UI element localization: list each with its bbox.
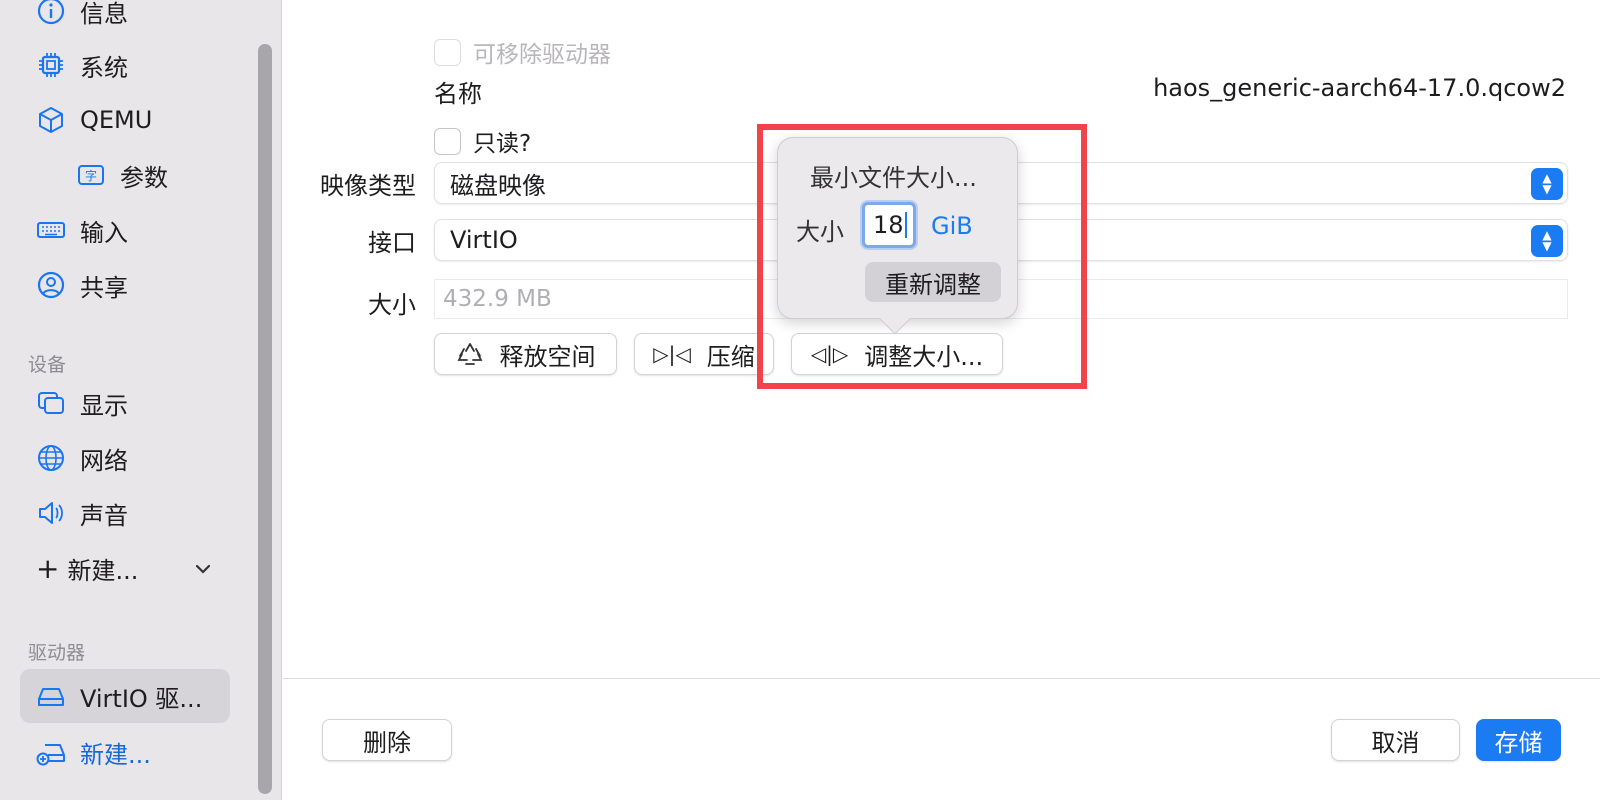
- new-size-value: 18: [873, 211, 904, 239]
- reclaim-space-button[interactable]: 释放空间: [434, 333, 617, 375]
- size-unit-label: GiB: [931, 212, 973, 240]
- image-type-value: 磁盘映像: [450, 171, 546, 200]
- resize-button[interactable]: ◁|▷ 调整大小...: [791, 333, 1003, 375]
- keyboard-icon: [36, 215, 66, 245]
- globe-icon: [36, 443, 66, 473]
- cube-icon: [36, 105, 66, 135]
- sidebar-item-qemu[interactable]: QEMU: [20, 93, 230, 147]
- sidebar-scrollbar[interactable]: [258, 44, 272, 794]
- sidebar-item-sound[interactable]: 声音: [20, 486, 230, 540]
- new-size-input[interactable]: 18: [862, 202, 916, 248]
- cpu-icon: [36, 50, 66, 80]
- sidebar-item-arguments[interactable]: 字 参数: [60, 148, 230, 202]
- sidebar-item-network[interactable]: 网络: [20, 431, 230, 485]
- sidebar-item-virtio-drive[interactable]: VirtIO 驱...: [20, 669, 230, 723]
- person-circle-icon: [36, 270, 66, 300]
- select-stepper-icon: ▲ ▼: [1531, 225, 1563, 257]
- svg-text:字: 字: [85, 168, 97, 183]
- cancel-button[interactable]: 取消: [1331, 719, 1460, 761]
- size-label: 大小: [368, 291, 416, 319]
- resize-popover: 最小文件大小... 大小 18 GiB 重新调整: [777, 137, 1018, 335]
- new-device-label: 新建...: [67, 556, 139, 585]
- apply-resize-button[interactable]: 重新调整: [865, 262, 1001, 302]
- cancel-label: 取消: [1371, 728, 1420, 757]
- sidebar: 信息 系统 QEMU 字 参数 输入 共享 设备 显示 网络 声音 + 新建..…: [0, 0, 282, 800]
- section-header-drives: 驱动器: [28, 642, 86, 664]
- readonly-label: 只读?: [473, 131, 532, 157]
- popover-title: 最小文件大小...: [810, 164, 977, 192]
- sidebar-item-label: 网络: [80, 446, 128, 475]
- sidebar-item-label: 共享: [80, 273, 128, 302]
- removable-drive-checkbox-row: 可移除驱动器: [434, 35, 611, 69]
- select-stepper-icon: ▲ ▼: [1531, 168, 1563, 200]
- name-label: 名称: [434, 80, 482, 108]
- footer-divider: [283, 678, 1600, 679]
- sidebar-item-label: QEMU: [80, 106, 153, 134]
- sidebar-item-display[interactable]: 显示: [20, 376, 230, 430]
- compress-icon: ▷|◁: [653, 342, 691, 366]
- info-icon: [36, 0, 66, 26]
- sidebar-item-input[interactable]: 输入: [20, 203, 230, 257]
- delete-label: 删除: [363, 728, 411, 757]
- expand-icon: ◁|▷: [810, 342, 849, 366]
- removable-drive-checkbox[interactable]: [434, 38, 461, 66]
- add-drive-icon: [36, 737, 66, 767]
- sidebar-item-label: 信息: [80, 0, 128, 28]
- recycle-icon: [456, 340, 484, 368]
- readonly-checkbox-row: 只读?: [434, 124, 531, 158]
- new-drive-label: 新建...: [80, 740, 151, 769]
- sidebar-item-label: 输入: [80, 218, 128, 247]
- new-device-button[interactable]: + 新建...: [20, 541, 230, 595]
- text-badge-icon: 字: [76, 160, 106, 190]
- sidebar-item-label: 显示: [80, 391, 128, 420]
- popover-size-label: 大小: [796, 218, 844, 246]
- name-value: haos_generic-aarch64-17.0.qcow2: [1153, 74, 1566, 102]
- reclaim-space-label: 释放空间: [499, 342, 596, 371]
- display-icon: [36, 388, 66, 418]
- apply-resize-label: 重新调整: [885, 270, 981, 299]
- save-label: 存储: [1494, 728, 1543, 757]
- compress-button[interactable]: ▷|◁ 压缩: [634, 333, 774, 375]
- interface-label: 接口: [368, 229, 416, 257]
- sidebar-item-label: VirtIO 驱...: [80, 684, 203, 713]
- sidebar-item-label: 声音: [80, 501, 128, 530]
- chevron-down-icon: [194, 556, 212, 584]
- plus-icon: +: [36, 551, 60, 585]
- resize-label: 调整大小...: [864, 342, 984, 371]
- new-drive-button[interactable]: 新建...: [20, 725, 230, 779]
- removable-drive-label: 可移除驱动器: [473, 42, 611, 68]
- readonly-checkbox[interactable]: [434, 127, 461, 155]
- speaker-icon: [36, 498, 66, 528]
- sidebar-item-label: 系统: [80, 53, 128, 82]
- sidebar-item-sharing[interactable]: 共享: [20, 258, 230, 312]
- sidebar-item-system[interactable]: 系统: [20, 38, 230, 92]
- compress-label: 压缩: [706, 342, 755, 371]
- text-caret: [904, 212, 907, 238]
- sidebar-item-label: 参数: [120, 163, 168, 192]
- interface-value: VirtIO: [450, 226, 518, 254]
- delete-button[interactable]: 删除: [322, 719, 452, 761]
- section-header-devices: 设备: [28, 354, 67, 376]
- save-button[interactable]: 存储: [1476, 719, 1561, 761]
- sidebar-item-info[interactable]: 信息: [20, 0, 230, 38]
- drive-icon: [36, 681, 66, 711]
- image-type-label: 映像类型: [320, 172, 416, 200]
- drive-settings-panel: 可移除驱动器 名称 haos_generic-aarch64-17.0.qcow…: [283, 0, 1600, 800]
